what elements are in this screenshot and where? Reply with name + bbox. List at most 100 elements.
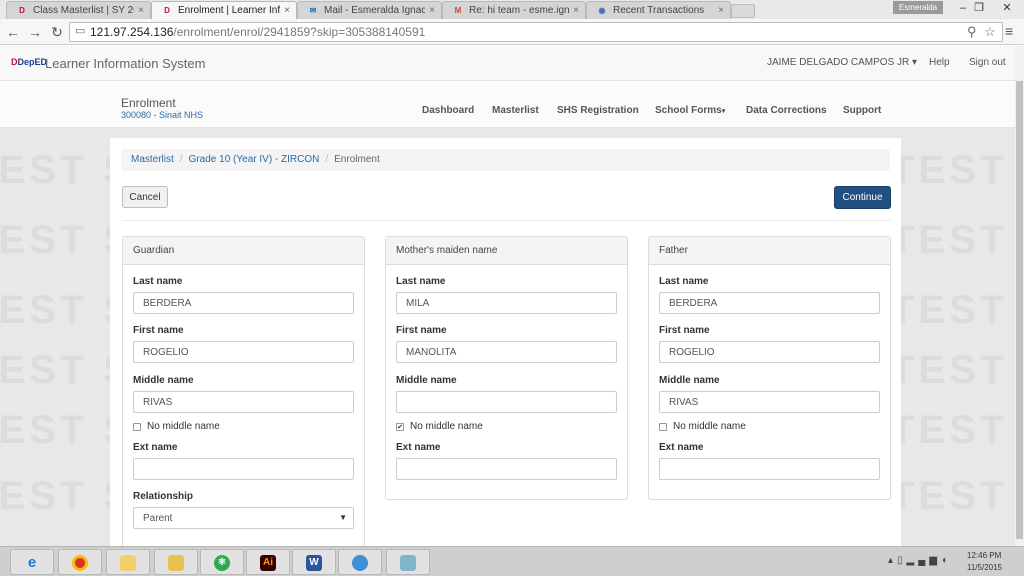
browser-tab-gmail[interactable]: M Re: hi team - esme.ignacio ×: [442, 1, 586, 19]
system-tray[interactable]: ▴▯▂▄▆◖: [888, 555, 951, 566]
nav-masterlist[interactable]: Masterlist: [492, 105, 539, 116]
mother-middle-name-input[interactable]: [396, 391, 617, 413]
guardian-ext-name-input[interactable]: [133, 458, 354, 480]
father-first-name-label: First name: [659, 325, 710, 336]
mother-first-name-input[interactable]: MANOLITA: [396, 341, 617, 363]
sign-out-link[interactable]: Sign out: [969, 57, 1006, 68]
mother-ext-name-input[interactable]: [396, 458, 617, 480]
breadcrumb: Masterlist / Grade 10 (Year IV) - ZIRCON / E…: [121, 149, 890, 171]
nav-school-forms[interactable]: School Forms▾: [655, 105, 725, 116]
cancel-button[interactable]: Cancel: [122, 186, 168, 208]
mother-first-name-label: First name: [396, 325, 447, 336]
network-icon[interactable]: ▂▄▆: [907, 555, 941, 566]
bookmark-star-icon[interactable]: ☆: [984, 24, 996, 40]
nav-dashboard[interactable]: Dashboard: [422, 105, 474, 116]
father-first-name-input[interactable]: ROGELIO: [659, 341, 880, 363]
browser-tab-enrolment[interactable]: D Enrolment | Learner Inform ×: [151, 1, 297, 19]
breadcrumb-class[interactable]: Grade 10 (Year IV) - ZIRCON: [189, 154, 320, 165]
browser-tab-bar: D Class Masterlist | SY 2015- × D Enrolm…: [0, 0, 1024, 19]
deped-logo[interactable]: DDepED: [11, 57, 47, 67]
guardian-no-middle-name[interactable]: No middle name: [133, 421, 220, 432]
guardian-card: Guardian Last name BERDERA First name RO…: [122, 236, 365, 546]
internet-explorer-icon: e: [27, 554, 37, 571]
folder-icon: [120, 555, 136, 571]
taskbar-word[interactable]: W: [292, 549, 336, 575]
continue-button[interactable]: Continue: [834, 186, 891, 209]
test-site-watermark: TEST SITE: [890, 348, 1024, 392]
caret-down-icon: ▾: [721, 108, 726, 115]
browser-menu-icon[interactable]: ≡: [1005, 23, 1013, 39]
taskbar-file-explorer[interactable]: [154, 549, 198, 575]
tray-device-icon[interactable]: ▯: [897, 555, 907, 566]
mother-last-name-label: Last name: [396, 276, 446, 287]
deped-favicon-icon: D: [164, 5, 170, 15]
father-no-middle-name[interactable]: No middle name: [659, 421, 746, 432]
father-middle-name-label: Middle name: [659, 375, 720, 386]
mother-heading: Mother's maiden name: [386, 237, 627, 265]
breadcrumb-masterlist[interactable]: Masterlist: [131, 154, 174, 165]
taskbar-illustrator[interactable]: Ai: [246, 549, 290, 575]
school-name: 300080 - Sinait NHS: [121, 110, 204, 120]
app-title[interactable]: Learner Information System: [45, 56, 205, 71]
reload-icon[interactable]: ↻: [48, 23, 66, 41]
help-link[interactable]: Help: [929, 57, 950, 68]
tray-arrow-icon[interactable]: ▴: [888, 555, 897, 566]
globe-favicon-icon: ◉: [598, 5, 606, 15]
close-tab-icon[interactable]: ×: [718, 5, 724, 16]
nav-shs-registration[interactable]: SHS Registration: [557, 105, 639, 116]
page-info-icon[interactable]: ▭: [75, 24, 85, 37]
back-arrow-icon[interactable]: ←: [4, 23, 22, 41]
browser-toolbar: ← → ↻ ▭ 121.97.254.136/enrolment/enrol/2…: [0, 19, 1024, 45]
guardian-middle-name-input[interactable]: RIVAS: [133, 391, 354, 413]
guardian-first-name-label: First name: [133, 325, 184, 336]
guardian-first-name-input[interactable]: ROGELIO: [133, 341, 354, 363]
globe-app-icon: [352, 555, 368, 571]
close-tab-icon[interactable]: ×: [573, 5, 579, 16]
page-scrollbar-thumb[interactable]: [1016, 81, 1023, 539]
address-bar[interactable]: ▭ 121.97.254.136/enrolment/enrol/2941859…: [69, 22, 1003, 42]
atom-icon: ⚛: [214, 555, 230, 571]
father-middle-name-input[interactable]: RIVAS: [659, 391, 880, 413]
taskbar-atom[interactable]: ⚛: [200, 549, 244, 575]
father-ext-name-input[interactable]: [659, 458, 880, 480]
nav-support[interactable]: Support: [843, 105, 881, 116]
mother-last-name-input[interactable]: MILA: [396, 292, 617, 314]
mother-no-middle-name[interactable]: ✔ No middle name: [396, 421, 483, 432]
mother-no-middle-name-checkbox[interactable]: ✔: [396, 422, 404, 431]
close-tab-icon[interactable]: ×: [429, 5, 435, 16]
close-tab-icon[interactable]: ×: [138, 5, 144, 16]
taskbar-chrome[interactable]: [58, 549, 102, 575]
father-last-name-input[interactable]: BERDERA: [659, 292, 880, 314]
restore-icon[interactable]: ❐: [966, 0, 992, 16]
volume-icon[interactable]: ◖: [941, 555, 951, 566]
taskbar-tablet-app[interactable]: [386, 549, 430, 575]
deped-favicon-icon: D: [19, 5, 25, 15]
clock-time[interactable]: 12:46 PM: [967, 551, 1001, 560]
father-no-middle-name-checkbox[interactable]: [659, 422, 667, 431]
browser-tab-class-masterlist[interactable]: D Class Masterlist | SY 2015- ×: [6, 1, 151, 19]
close-window-icon[interactable]: ✕: [994, 0, 1020, 16]
caret-down-icon: ▾: [912, 57, 918, 68]
taskbar-folder[interactable]: [106, 549, 150, 575]
browser-tab-mail[interactable]: ✉ Mail - Esmeralda Ignacio ×: [297, 1, 442, 19]
father-heading: Father: [649, 237, 890, 265]
address-url[interactable]: 121.97.254.136/enrolment/enrol/2941859?s…: [90, 25, 425, 39]
guardian-no-middle-name-checkbox[interactable]: [133, 422, 141, 431]
taskbar-internet-explorer[interactable]: e: [10, 549, 54, 575]
browser-tab-recent-transactions[interactable]: ◉ Recent Transactions ×: [586, 1, 731, 19]
windows-taskbar: e ⚛ Ai W ▴▯▂▄▆◖ 12:46 PM 11/5/2015: [0, 546, 1024, 576]
close-tab-icon[interactable]: ×: [284, 5, 290, 16]
taskbar-globe-app[interactable]: [338, 549, 382, 575]
guardian-last-name-label: Last name: [133, 276, 183, 287]
search-icon[interactable]: ⚲: [967, 24, 977, 40]
word-icon: W: [306, 555, 322, 571]
test-site-watermark: TEST SITE: [890, 288, 1024, 332]
guardian-last-name-input[interactable]: BERDERA: [133, 292, 354, 314]
clock-date[interactable]: 11/5/2015: [967, 563, 1002, 572]
guardian-relationship-select[interactable]: Parent ▼: [133, 507, 354, 529]
new-tab-button[interactable]: [731, 4, 755, 18]
user-menu[interactable]: JAIME DELGADO CAMPOS JR ▾: [767, 57, 917, 68]
window-user-badge[interactable]: Esmeralda: [893, 1, 943, 14]
nav-data-corrections[interactable]: Data Corrections: [746, 105, 827, 116]
forward-arrow-icon[interactable]: →: [26, 23, 44, 41]
